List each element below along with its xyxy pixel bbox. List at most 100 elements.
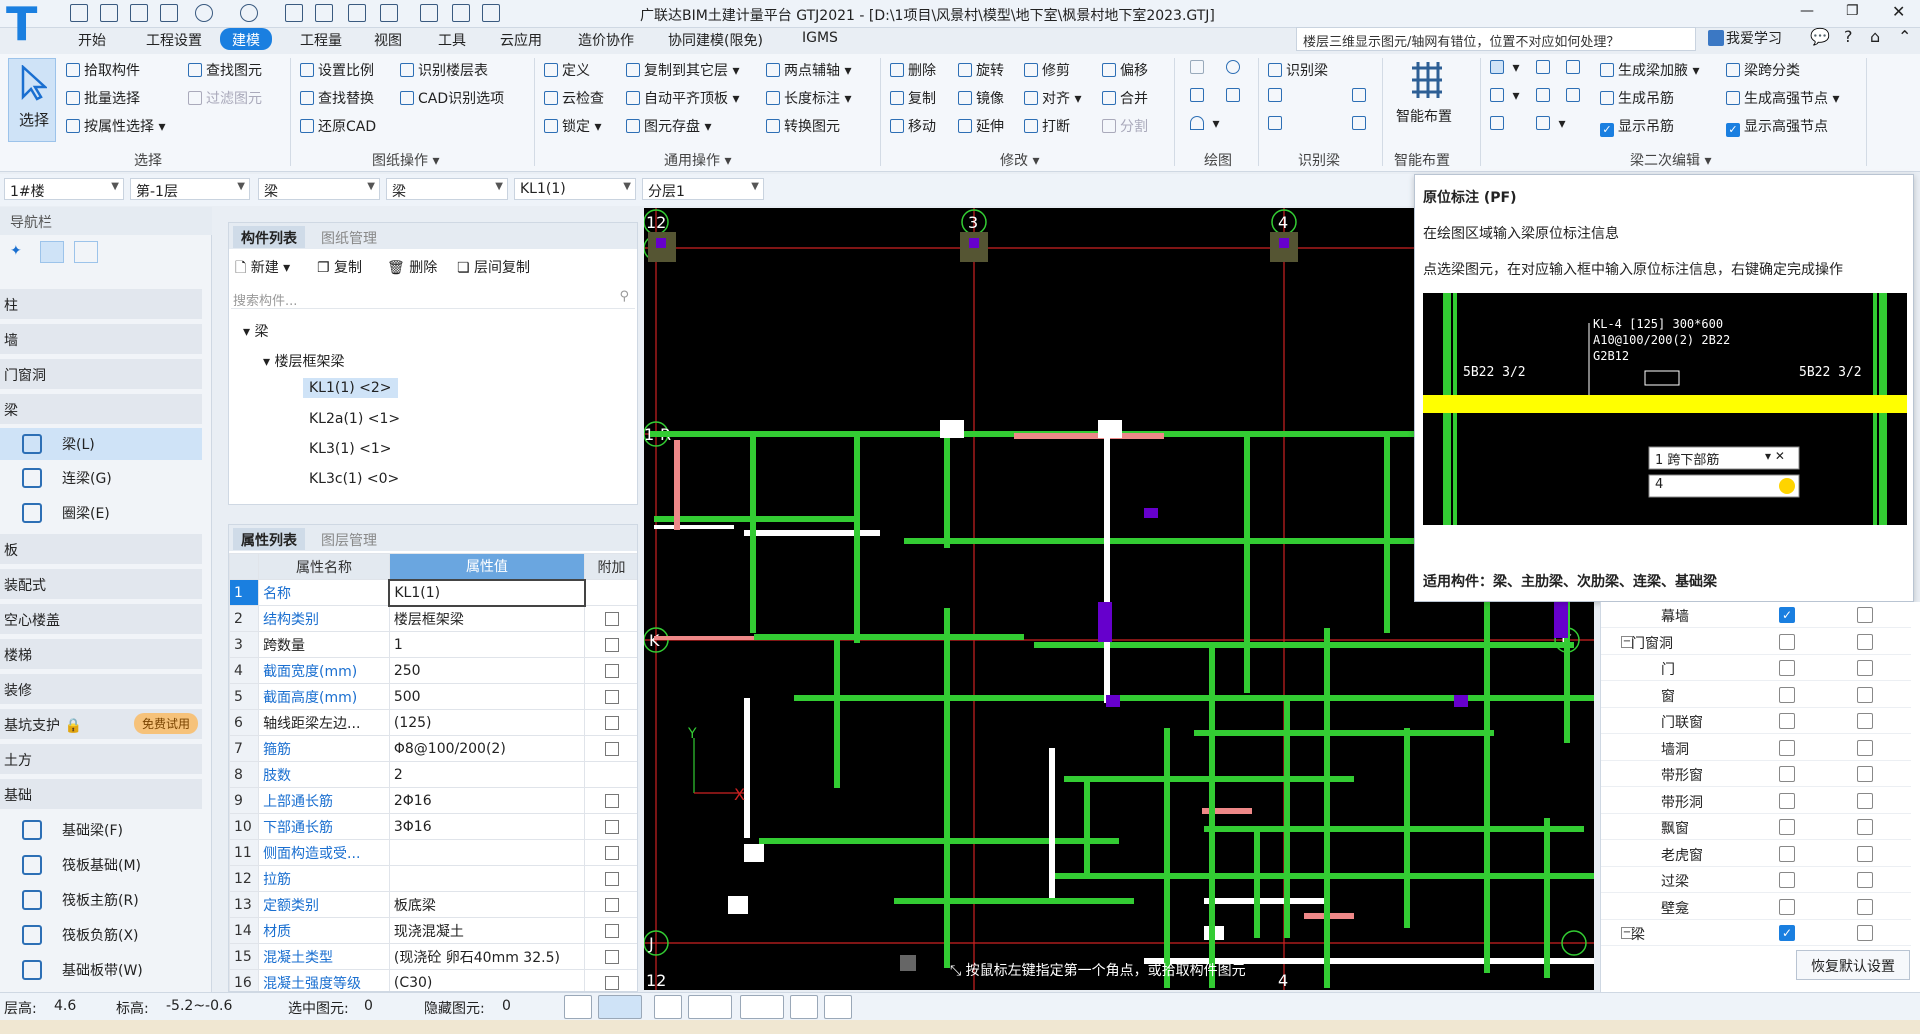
cross-icon[interactable] [654, 995, 682, 1019]
draw-circle-button[interactable] [1226, 60, 1244, 76]
visible-checkbox[interactable] [1779, 792, 1795, 809]
beam-segment[interactable] [1404, 728, 1410, 928]
nav-cat-decoration[interactable]: 装修 [0, 674, 202, 704]
merge-button[interactable]: 合并 [1102, 88, 1148, 108]
extra-checkbox[interactable] [604, 923, 619, 938]
property-value[interactable]: 板底梁 [388, 891, 586, 918]
column[interactable] [1554, 598, 1568, 638]
property-value[interactable] [388, 865, 586, 892]
beam-segment[interactable] [1049, 748, 1055, 898]
edit-icon[interactable] [420, 4, 438, 22]
extra-checkbox[interactable] [604, 689, 619, 704]
nav-item-foundation-beam[interactable]: 基础梁(F) [0, 814, 202, 846]
tree-item-kl1[interactable]: KL1(1) <2> [303, 378, 398, 398]
column[interactable] [1098, 420, 1122, 438]
nav-item-ring-beam[interactable]: 圈梁(E) [0, 497, 202, 529]
trim-button[interactable]: 修剪 [1024, 60, 1070, 80]
display-checkbox[interactable] [1857, 925, 1873, 941]
upload-icon[interactable] [70, 4, 88, 22]
draw-line-button[interactable] [1190, 88, 1208, 104]
property-value[interactable]: 3Φ16 [388, 813, 586, 840]
property-row[interactable]: 13 定额类别 板底梁 [229, 891, 637, 918]
tab-quantity[interactable]: 工程量 [296, 28, 346, 50]
tab-drawing-mgmt[interactable]: 图纸管理 [313, 226, 385, 248]
gen-hanger-button[interactable]: 生成吊筋 [1600, 88, 1674, 108]
copy-component-button[interactable]: ❐ 复制 [317, 257, 362, 277]
grid-icon[interactable] [348, 4, 366, 22]
auto-align-button[interactable]: 自动平齐顶板 ▾ [626, 88, 739, 108]
display-checkbox[interactable] [1857, 766, 1873, 782]
beam-tool-a[interactable] [1536, 60, 1554, 76]
save-element-button[interactable]: 图元存盘 ▾ [626, 116, 711, 136]
nav-item-foundation-strip[interactable]: 基础板带(W) [0, 954, 202, 986]
type-select[interactable]: 梁 ▼ [386, 178, 508, 200]
smart-layout-button[interactable]: 智能布置 [1396, 58, 1456, 142]
new-component-button[interactable]: 🗋 新建 ▾ [235, 257, 290, 281]
beam-segment[interactable] [944, 433, 950, 548]
property-value[interactable]: 2 [388, 761, 586, 788]
recognize-tool-4[interactable] [1352, 116, 1370, 132]
select-button[interactable]: 选择 [8, 58, 56, 142]
beam-tool-g[interactable]: ▾ [1536, 116, 1565, 132]
gen-beam-haunch-button[interactable]: 生成梁加腋 ▾ [1600, 60, 1699, 80]
span-classify-button[interactable]: 梁跨分类 [1726, 60, 1800, 80]
nav-cat-foundation[interactable]: 基础 [0, 779, 202, 809]
common-ops-group-label[interactable]: 通用操作 ▾ [664, 150, 731, 170]
curve-icon[interactable] [824, 995, 852, 1019]
beam-segment[interactable] [1084, 778, 1090, 878]
nav-cat-beam[interactable]: 梁 [0, 394, 202, 424]
restore-icon[interactable]: ❐ [1846, 3, 1859, 19]
column[interactable] [1454, 695, 1468, 707]
display-checkbox[interactable] [1857, 686, 1873, 703]
property-row[interactable]: 9 上部通长筋 2Φ16 [229, 787, 637, 814]
nav-item-raft-neg-rebar[interactable]: 筏板负筋(X) [0, 919, 202, 951]
beam-segment[interactable] [1284, 698, 1290, 938]
align-button[interactable]: 对齐 ▾ [1024, 88, 1081, 108]
tree-item-kl3c[interactable]: KL3c(1) <0> [309, 471, 399, 487]
tab-collab-modeling[interactable]: 协同建模(限免) [664, 28, 767, 50]
category-select[interactable]: 梁 ▼ [258, 178, 380, 200]
property-row[interactable]: 16 混凝土强度等级 (C30) [229, 969, 637, 991]
column[interactable] [744, 844, 764, 862]
beam-segment[interactable] [674, 440, 680, 530]
visible-checkbox[interactable] [1779, 845, 1795, 862]
property-value[interactable] [388, 839, 586, 866]
tab-cost-collab[interactable]: 造价协作 [574, 28, 638, 50]
delete-button[interactable]: 删除 [890, 60, 936, 80]
property-value[interactable]: 250 [388, 657, 586, 684]
visible-checkbox[interactable] [1779, 713, 1795, 729]
cad-options-button[interactable]: CAD识别选项 [400, 88, 504, 108]
tab-project-settings[interactable]: 工程设置 [142, 28, 206, 50]
visible-checkbox[interactable] [1779, 633, 1795, 650]
tree-group-frame-beam[interactable]: ▾ 楼层框架梁 [263, 351, 344, 371]
extend-button[interactable]: 延伸 [958, 116, 1004, 136]
view-icon[interactable] [380, 4, 398, 22]
break-button[interactable]: 打断 [1024, 116, 1070, 136]
nav-cat-prefab[interactable]: 装配式 [0, 569, 202, 599]
nav-cat-column[interactable]: 柱 [0, 289, 202, 319]
extra-checkbox[interactable] [604, 871, 619, 886]
column[interactable] [1098, 602, 1112, 642]
display-checkbox[interactable] [1857, 633, 1873, 650]
ortho-icon[interactable] [564, 995, 592, 1019]
recognize-tool-1[interactable] [1268, 88, 1286, 104]
display-checkbox[interactable] [1857, 713, 1873, 729]
beam-segment[interactable] [1034, 642, 1574, 648]
extra-checkbox[interactable] [604, 663, 619, 678]
property-row[interactable]: 5 截面高度(mm) 500 [229, 683, 637, 710]
show-high-strength-checkbox[interactable]: ✓ 显示高强节点 [1726, 116, 1828, 137]
beam-segment[interactable] [1209, 648, 1215, 988]
mirror-button[interactable]: 镜像 [958, 88, 1004, 108]
display-checkbox[interactable] [1857, 872, 1873, 888]
beam-segment[interactable] [750, 433, 756, 633]
component-search-input[interactable]: 搜索构件... ⚲ [231, 287, 635, 309]
new-file-icon[interactable] [100, 4, 118, 22]
save-icon[interactable] [160, 4, 178, 22]
visible-checkbox[interactable]: ✓ [1779, 607, 1795, 623]
visible-checkbox[interactable] [1779, 739, 1795, 756]
visible-checkbox[interactable] [1779, 872, 1795, 888]
beam-segment[interactable] [794, 695, 1594, 701]
length-dim-button[interactable]: 长度标注 ▾ [766, 88, 851, 108]
tab-view[interactable]: 视图 [370, 28, 406, 50]
beam-segment[interactable] [1164, 728, 1170, 988]
